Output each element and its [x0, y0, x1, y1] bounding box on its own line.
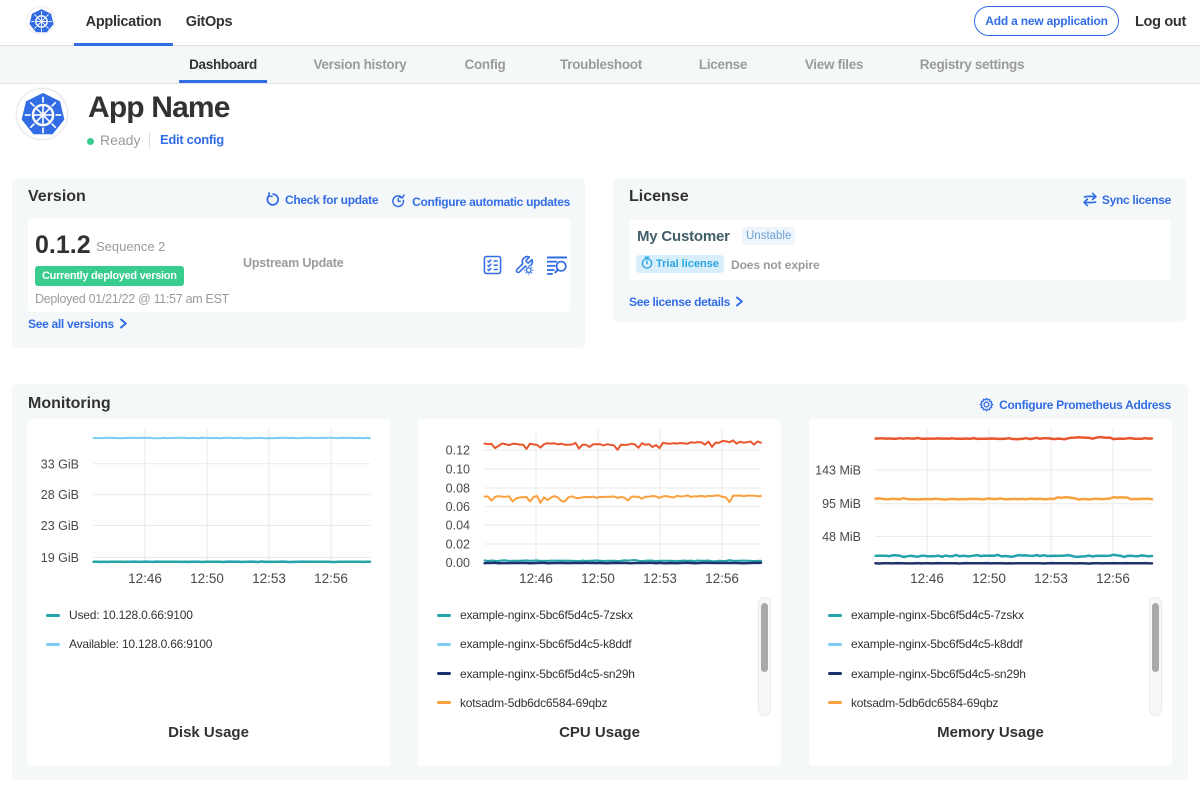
svg-text:0.12: 0.12: [446, 444, 470, 458]
svg-text:12:53: 12:53: [252, 571, 286, 586]
svg-text:19 GiB: 19 GiB: [41, 551, 79, 565]
svg-text:12:46: 12:46: [910, 571, 944, 586]
svg-text:12:56: 12:56: [1096, 571, 1130, 586]
svg-text:0.02: 0.02: [446, 538, 470, 552]
svg-text:95 MiB: 95 MiB: [822, 497, 861, 511]
svg-text:28 GiB: 28 GiB: [41, 488, 79, 502]
svg-text:12:50: 12:50: [581, 571, 615, 586]
svg-text:0.10: 0.10: [446, 463, 470, 477]
svg-text:33 GiB: 33 GiB: [41, 457, 79, 471]
svg-text:0.06: 0.06: [446, 500, 470, 514]
svg-text:143 MiB: 143 MiB: [815, 464, 861, 478]
svg-text:12:50: 12:50: [972, 571, 1006, 586]
svg-text:12:56: 12:56: [314, 571, 348, 586]
svg-text:0.04: 0.04: [446, 519, 470, 533]
svg-text:48 MiB: 48 MiB: [822, 530, 861, 544]
svg-text:12:56: 12:56: [705, 571, 739, 586]
svg-text:12:46: 12:46: [519, 571, 553, 586]
svg-text:12:53: 12:53: [643, 571, 677, 586]
svg-text:12:53: 12:53: [1034, 571, 1068, 586]
svg-text:23 GiB: 23 GiB: [41, 519, 79, 533]
svg-text:12:46: 12:46: [128, 571, 162, 586]
svg-text:0.08: 0.08: [446, 482, 470, 496]
svg-text:0.00: 0.00: [446, 556, 470, 570]
svg-text:12:50: 12:50: [190, 571, 224, 586]
